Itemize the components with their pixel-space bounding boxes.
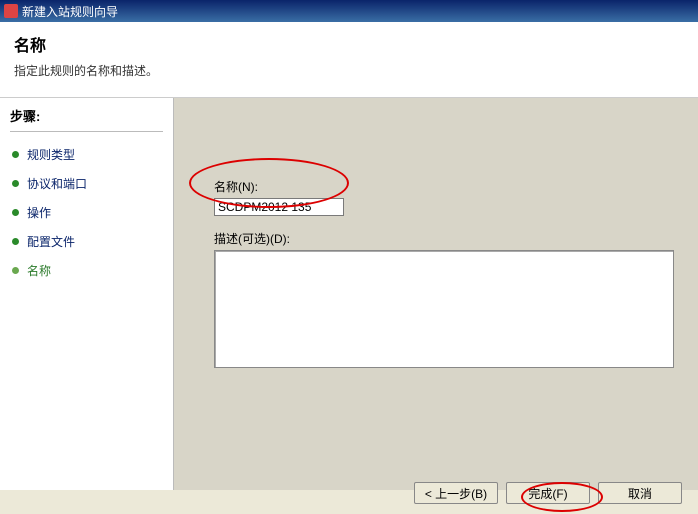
description-input[interactable] [214, 250, 674, 368]
sidebar: 步骤: 规则类型 协议和端口 操作 配置文件 名称 [0, 98, 173, 490]
description-label: 描述(可选)(D): [214, 230, 674, 247]
sidebar-item-label: 名称 [27, 262, 51, 279]
bullet-icon [12, 238, 19, 245]
name-input[interactable] [214, 198, 344, 216]
sidebar-item-label: 规则类型 [27, 146, 75, 163]
sidebar-item-rule-type[interactable]: 规则类型 [10, 140, 163, 169]
sidebar-item-label: 协议和端口 [27, 175, 87, 192]
steps-heading: 步骤: [10, 106, 163, 125]
description-group: 描述(可选)(D): [214, 230, 674, 371]
window-title: 新建入站规则向导 [22, 3, 118, 20]
bullet-icon [12, 267, 19, 274]
name-group: 名称(N): [214, 178, 674, 216]
body: 步骤: 规则类型 协议和端口 操作 配置文件 名称 名称(N): 描述(可选 [0, 98, 698, 490]
divider [10, 131, 163, 132]
sidebar-item-protocol-port[interactable]: 协议和端口 [10, 169, 163, 198]
main-panel: 名称(N): 描述(可选)(D): [173, 98, 698, 490]
app-icon [4, 4, 18, 18]
sidebar-item-label: 操作 [27, 204, 51, 221]
finish-button[interactable]: 完成(F) [506, 482, 590, 504]
bullet-icon [12, 209, 19, 216]
sidebar-item-name[interactable]: 名称 [10, 256, 163, 285]
sidebar-item-action[interactable]: 操作 [10, 198, 163, 227]
titlebar: 新建入站规则向导 [0, 0, 698, 22]
bullet-icon [12, 180, 19, 187]
bullet-icon [12, 151, 19, 158]
page-subtitle: 指定此规则的名称和描述。 [14, 62, 684, 79]
back-button[interactable]: < 上一步(B) [414, 482, 498, 504]
sidebar-item-profile[interactable]: 配置文件 [10, 227, 163, 256]
name-label: 名称(N): [214, 178, 674, 195]
header-panel: 名称 指定此规则的名称和描述。 [0, 22, 698, 98]
cancel-button[interactable]: 取消 [598, 482, 682, 504]
sidebar-item-label: 配置文件 [27, 233, 75, 250]
page-title: 名称 [14, 32, 684, 56]
wizard-buttons: < 上一步(B) 完成(F) 取消 [414, 482, 682, 504]
